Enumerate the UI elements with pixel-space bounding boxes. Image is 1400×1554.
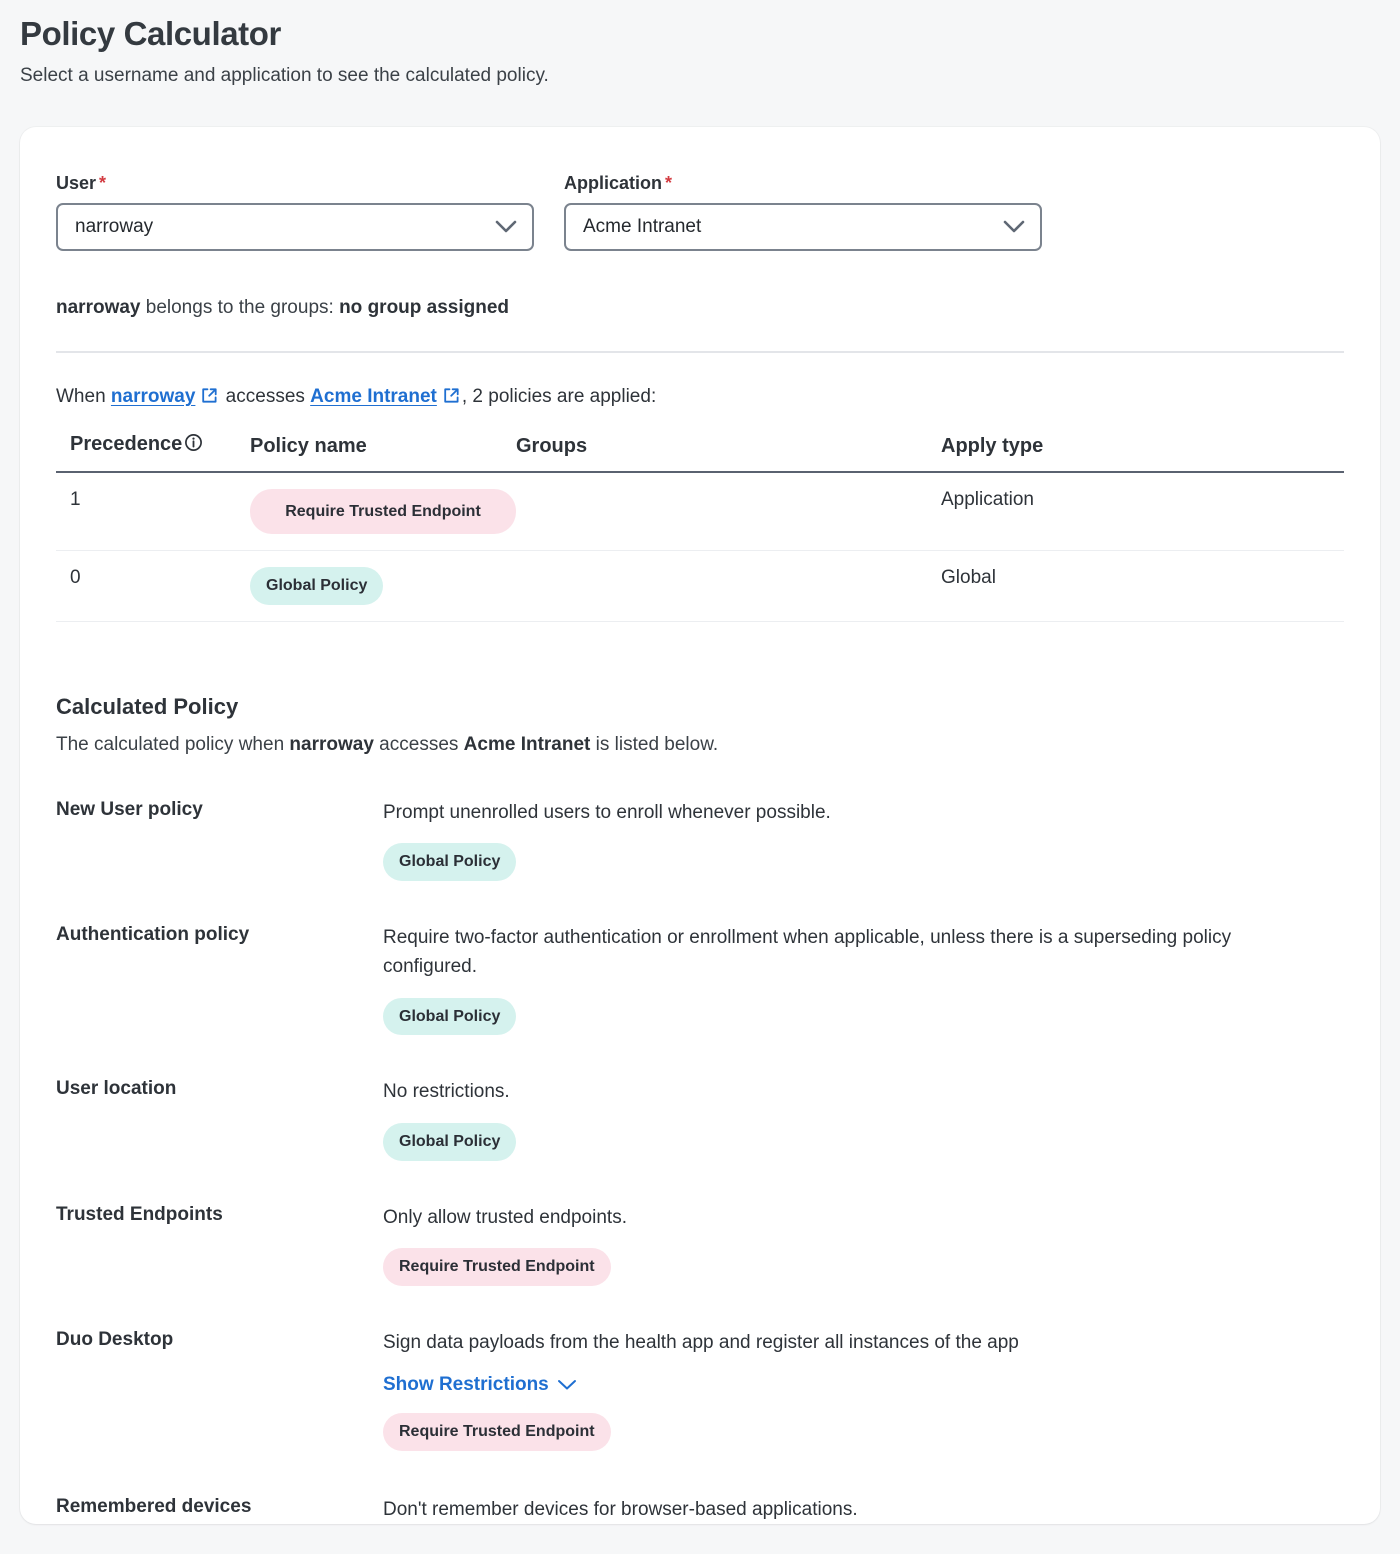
- calculated-policy-heading: Calculated Policy: [56, 694, 1344, 720]
- policy-detail-row: Duo Desktop Sign data payloads from the …: [56, 1328, 1344, 1451]
- applied-prefix: When: [56, 386, 111, 407]
- cell-policy-name: Require Trusted Endpoint: [250, 472, 516, 551]
- applied-middle: accesses: [220, 386, 310, 407]
- policy-detail-row: Trusted Endpoints Only allow trusted end…: [56, 1203, 1344, 1286]
- policy-detail-description: Sign data payloads from the health app a…: [383, 1328, 1258, 1357]
- policy-detail-description: Prompt unenrolled users to enroll whenev…: [383, 798, 1258, 827]
- application-select-value: Acme Intranet: [566, 216, 994, 238]
- policy-detail-badges: Global Policy: [383, 998, 1344, 1036]
- page-title: Policy Calculator: [20, 14, 1400, 54]
- policy-detail-body: Prompt unenrolled users to enroll whenev…: [383, 798, 1344, 881]
- policy-detail-row: Remembered devices Don't remember device…: [56, 1495, 1344, 1524]
- table-header-row: Precedence Policy name Groups Apply type: [56, 433, 1344, 472]
- policy-detail-row: Authentication policy Require two‑factor…: [56, 923, 1344, 1035]
- user-field-group: User* narroway: [56, 173, 534, 251]
- policy-detail-body: Sign data payloads from the health app a…: [383, 1328, 1344, 1451]
- groups-summary-middle: belongs to the groups:: [140, 297, 339, 318]
- policy-badge[interactable]: Global Policy: [383, 998, 516, 1036]
- cell-groups: [516, 472, 941, 551]
- policy-detail-description: No restrictions.: [383, 1077, 1258, 1106]
- policy-detail-body: Require two‑factor authentication or enr…: [383, 923, 1344, 1035]
- policy-badge[interactable]: Require Trusted Endpoint: [383, 1248, 611, 1286]
- policy-detail-label: Duo Desktop: [56, 1328, 383, 1451]
- applied-policies-summary: When narroway accesses Acme Intranet , 2 …: [56, 386, 1344, 411]
- table-row: 1 Require Trusted Endpoint Application: [56, 472, 1344, 551]
- calc-sub-middle: accesses: [374, 734, 464, 755]
- policy-badge[interactable]: Global Policy: [250, 567, 383, 605]
- column-header-groups: Groups: [516, 433, 941, 472]
- policy-calculator-card: User* narroway Application* Acme Intrane…: [20, 127, 1380, 1524]
- policy-detail-row: New User policy Prompt unenrolled users …: [56, 798, 1344, 881]
- cell-precedence: 0: [56, 551, 250, 622]
- cell-apply-type: Application: [941, 472, 1344, 551]
- column-header-apply-type: Apply type: [941, 433, 1344, 472]
- external-link-icon[interactable]: [201, 387, 218, 411]
- cell-apply-type: Global: [941, 551, 1344, 622]
- info-circle-icon[interactable]: [184, 433, 203, 458]
- chevron-down-icon: [557, 1375, 577, 1397]
- policy-detail-badges: Global Policy: [383, 1123, 1344, 1161]
- page-subtitle: Select a username and application to see…: [20, 64, 1400, 89]
- precedence-header-text: Precedence: [70, 433, 182, 455]
- policy-detail-description: Require two‑factor authentication or enr…: [383, 923, 1258, 982]
- policy-detail-badges: Global Policy: [383, 843, 1344, 881]
- applied-policies-table: Precedence Policy name Groups Apply type…: [56, 433, 1344, 622]
- policy-detail-body: Don't remember devices for browser‑based…: [383, 1495, 1344, 1524]
- chevron-down-icon: [486, 220, 526, 234]
- selection-form: User* narroway Application* Acme Intrane…: [56, 173, 1344, 251]
- cell-groups: [516, 551, 941, 622]
- policy-detail-label: New User policy: [56, 798, 383, 881]
- chevron-down-icon: [994, 220, 1034, 234]
- calc-sub-suffix: is listed below.: [590, 734, 718, 755]
- policy-badge[interactable]: Global Policy: [383, 843, 516, 881]
- cell-policy-name: Global Policy: [250, 551, 516, 622]
- column-header-precedence: Precedence: [56, 433, 250, 472]
- policy-detail-label: Authentication policy: [56, 923, 383, 1035]
- show-restrictions-label: Show Restrictions: [383, 1374, 549, 1395]
- application-select[interactable]: Acme Intranet: [564, 203, 1042, 251]
- policy-detail-description: Don't remember devices for browser‑based…: [383, 1495, 1258, 1524]
- application-required-asterisk: *: [665, 173, 672, 193]
- policy-badge[interactable]: Require Trusted Endpoint: [383, 1413, 611, 1451]
- groups-summary-groups: no group assigned: [339, 297, 509, 318]
- user-field-label: User*: [56, 173, 534, 194]
- calculated-policy-subtitle: The calculated policy when narroway acce…: [56, 734, 1344, 756]
- section-divider: [56, 351, 1344, 353]
- policy-detail-label: Trusted Endpoints: [56, 1203, 383, 1286]
- policy-detail-label: Remembered devices: [56, 1495, 383, 1524]
- calc-sub-prefix: The calculated policy when: [56, 734, 289, 755]
- user-profile-link[interactable]: narroway: [111, 386, 195, 407]
- policy-badge[interactable]: Require Trusted Endpoint: [250, 489, 516, 535]
- user-label-text: User: [56, 173, 96, 193]
- column-header-policy-name: Policy name: [250, 433, 516, 472]
- calc-sub-app: Acme Intranet: [464, 734, 591, 755]
- policy-detail-body: Only allow trusted endpoints. Require Tr…: [383, 1203, 1344, 1286]
- application-link[interactable]: Acme Intranet: [310, 386, 437, 407]
- application-field-label: Application*: [564, 173, 1042, 194]
- application-label-text: Application: [564, 173, 662, 193]
- user-required-asterisk: *: [99, 173, 106, 193]
- applied-suffix: , 2 policies are applied:: [462, 386, 656, 407]
- policy-detail-row: User location No restrictions. Global Po…: [56, 1077, 1344, 1160]
- groups-summary-user: narroway: [56, 297, 140, 318]
- show-restrictions-toggle[interactable]: Show Restrictions: [383, 1374, 577, 1397]
- page-header: Policy Calculator Select a username and …: [0, 0, 1400, 88]
- policy-badge[interactable]: Global Policy: [383, 1123, 516, 1161]
- user-select[interactable]: narroway: [56, 203, 534, 251]
- policy-detail-description: Only allow trusted endpoints.: [383, 1203, 1258, 1232]
- user-groups-summary: narroway belongs to the groups: no group…: [56, 297, 1344, 319]
- application-field-group: Application* Acme Intranet: [564, 173, 1042, 251]
- policy-detail-badges: Require Trusted Endpoint: [383, 1248, 1344, 1286]
- cell-precedence: 1: [56, 472, 250, 551]
- user-select-value: narroway: [58, 216, 486, 238]
- calc-sub-user: narroway: [289, 734, 373, 755]
- table-row: 0 Global Policy Global: [56, 551, 1344, 622]
- policy-detail-badges: Require Trusted Endpoint: [383, 1413, 1344, 1451]
- policy-detail-body: No restrictions. Global Policy: [383, 1077, 1344, 1160]
- external-link-icon[interactable]: [443, 387, 460, 411]
- policy-detail-label: User location: [56, 1077, 383, 1160]
